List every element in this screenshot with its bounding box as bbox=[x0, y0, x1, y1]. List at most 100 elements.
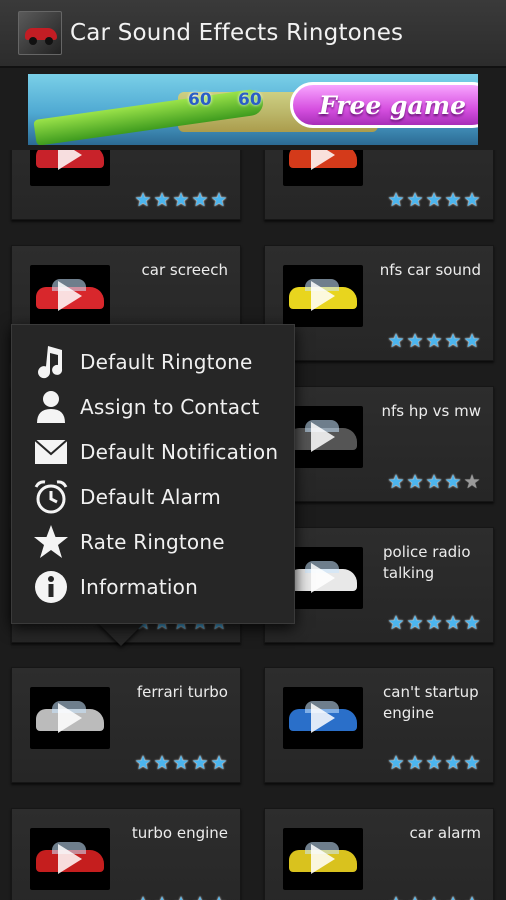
menu-item-default-alarm[interactable]: Default Alarm bbox=[12, 474, 296, 519]
ringtone-card[interactable]: nfs car sound ★ ★ ★ ★ ★ bbox=[264, 245, 494, 361]
star-icon: ★ bbox=[387, 895, 405, 900]
ringtone-card[interactable]: engine★★★★★ bbox=[264, 150, 494, 220]
menu-item-rate-ringtone[interactable]: Rate Ringtone bbox=[12, 519, 296, 564]
ringtone-thumbnail[interactable] bbox=[283, 687, 363, 749]
ringtone-card[interactable]: and horn★★★★★ bbox=[11, 150, 241, 220]
star-icon: ★ bbox=[153, 189, 171, 211]
play-icon[interactable] bbox=[311, 150, 335, 170]
menu-item-default-notification[interactable]: Default Notification bbox=[12, 429, 296, 474]
ad-graphic-gun bbox=[33, 88, 265, 145]
rating-stars: ★★★★★ bbox=[134, 189, 228, 211]
ad-banner[interactable]: 60 60 Free game bbox=[28, 74, 478, 145]
ad-free-game-button[interactable]: Free game bbox=[290, 82, 478, 128]
star-icon: ★ bbox=[387, 612, 405, 634]
star-icon: ★ bbox=[444, 752, 462, 774]
app-icon[interactable] bbox=[18, 11, 62, 55]
menu-item-information[interactable]: Information bbox=[12, 564, 296, 609]
play-icon[interactable] bbox=[58, 150, 82, 170]
action-bar: Car Sound Effects Ringtones bbox=[0, 0, 506, 68]
menu-item-assign-contact[interactable]: Assign to Contact bbox=[12, 384, 296, 429]
play-icon[interactable] bbox=[311, 844, 335, 874]
star-icon: ★ bbox=[210, 752, 228, 774]
ringtone-title: nfs car sound bbox=[379, 261, 481, 279]
star-icon: ★ bbox=[425, 189, 443, 211]
ringtone-thumbnail[interactable] bbox=[30, 828, 110, 890]
play-icon[interactable] bbox=[311, 563, 335, 593]
play-icon[interactable] bbox=[58, 844, 82, 874]
star-icon: ★ bbox=[134, 752, 152, 774]
star-icon: ★ bbox=[463, 895, 481, 900]
star-icon: ★ bbox=[153, 752, 171, 774]
star-icon: ★ bbox=[463, 612, 481, 634]
ringtone-card[interactable]: can't startup engine ★ ★ ★ ★ ★ bbox=[264, 667, 494, 783]
ringtone-card[interactable]: nfs hp vs mw ★ ★ ★ ★ ★ bbox=[264, 386, 494, 502]
star-icon: ★ bbox=[425, 330, 443, 352]
rating-stars: ★★★★★ bbox=[387, 895, 481, 900]
star-icon: ★ bbox=[425, 471, 443, 493]
menu-label: Rate Ringtone bbox=[80, 529, 225, 554]
star-icon: ★ bbox=[387, 752, 405, 774]
star-icon: ★ bbox=[406, 189, 424, 211]
star-icon: ★ bbox=[210, 895, 228, 900]
play-icon[interactable] bbox=[311, 281, 335, 311]
menu-label: Default Notification bbox=[80, 439, 279, 464]
menu-label: Assign to Contact bbox=[80, 394, 260, 419]
star-icon: ★ bbox=[425, 895, 443, 900]
star-icon: ★ bbox=[387, 189, 405, 211]
star-icon: ★ bbox=[191, 752, 209, 774]
play-icon[interactable] bbox=[58, 281, 82, 311]
star-icon: ★ bbox=[406, 612, 424, 634]
star-icon: ★ bbox=[387, 471, 405, 493]
ringtone-thumbnail[interactable] bbox=[30, 150, 110, 186]
rating-stars: ★★★★★ bbox=[387, 471, 481, 493]
ringtone-title: nfs hp vs mw bbox=[381, 402, 481, 420]
ad-bubble: 60 bbox=[238, 90, 262, 110]
star-icon: ★ bbox=[406, 330, 424, 352]
star-icon: ★ bbox=[444, 471, 462, 493]
rating-stars: ★★★★★ bbox=[387, 612, 481, 634]
popup-pointer bbox=[97, 622, 145, 646]
ringtone-title: car alarm bbox=[409, 824, 481, 842]
ringtone-thumbnail[interactable] bbox=[30, 265, 110, 327]
star-icon: ★ bbox=[444, 895, 462, 900]
person-icon bbox=[32, 388, 70, 426]
star-icon: ★ bbox=[172, 752, 190, 774]
star-icon: ★ bbox=[444, 330, 462, 352]
music-note-icon bbox=[32, 343, 70, 381]
rating-stars: ★★★★★ bbox=[387, 189, 481, 211]
star-icon: ★ bbox=[444, 612, 462, 634]
play-icon[interactable] bbox=[311, 422, 335, 452]
rating-stars: ★★★★★ bbox=[134, 895, 228, 900]
star-icon: ★ bbox=[172, 895, 190, 900]
star-icon: ★ bbox=[425, 612, 443, 634]
star-icon: ★ bbox=[134, 189, 152, 211]
star-icon: ★ bbox=[153, 895, 171, 900]
play-icon[interactable] bbox=[311, 703, 335, 733]
menu-item-default-ringtone[interactable]: Default Ringtone bbox=[12, 339, 296, 384]
ringtone-card[interactable]: car alarm★★★★★ bbox=[264, 808, 494, 900]
ringtone-title: turbo engine bbox=[131, 824, 228, 842]
ringtone-card[interactable]: turbo engine ★★★★★ bbox=[11, 808, 241, 900]
star-icon: ★ bbox=[172, 189, 190, 211]
star-icon: ★ bbox=[191, 189, 209, 211]
context-menu: Default Ringtone Assign to Contact Defau… bbox=[11, 324, 295, 624]
rating-stars: ★★★★★ bbox=[387, 752, 481, 774]
envelope-icon bbox=[32, 433, 70, 471]
star-icon bbox=[32, 523, 70, 561]
ringtone-card[interactable]: police radio talking ★ ★ ★ ★ ★ bbox=[264, 527, 494, 643]
ringtone-thumbnail[interactable] bbox=[283, 265, 363, 327]
star-icon: ★ bbox=[406, 752, 424, 774]
star-icon: ★ bbox=[463, 330, 481, 352]
menu-label: Default Ringtone bbox=[80, 349, 253, 374]
ringtone-card[interactable]: ferrari turbo ★ ★ ★ ★ ★ bbox=[11, 667, 241, 783]
star-icon: ★ bbox=[444, 189, 462, 211]
star-icon: ★ bbox=[406, 471, 424, 493]
ringtone-thumbnail[interactable] bbox=[283, 150, 363, 186]
info-icon bbox=[32, 568, 70, 606]
ringtone-thumbnail[interactable] bbox=[283, 828, 363, 890]
star-icon: ★ bbox=[406, 895, 424, 900]
star-icon: ★ bbox=[463, 752, 481, 774]
play-icon[interactable] bbox=[58, 703, 82, 733]
ringtone-thumbnail[interactable] bbox=[30, 687, 110, 749]
star-icon: ★ bbox=[191, 895, 209, 900]
